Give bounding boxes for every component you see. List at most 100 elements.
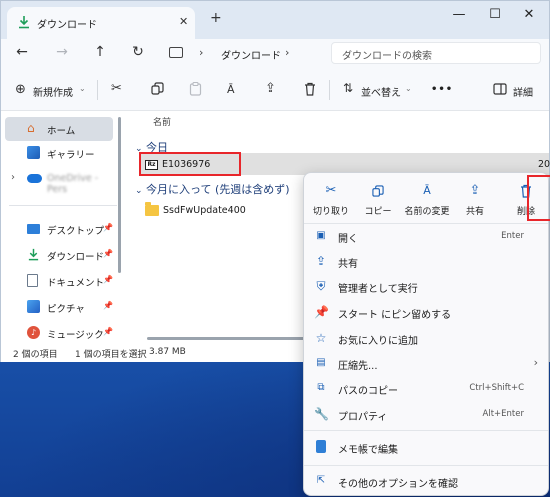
group-label: 今月に入って (先週は含めず) bbox=[146, 183, 290, 196]
pin-icon[interactable]: 📌 bbox=[103, 301, 113, 310]
share-icon[interactable]: ⇪ bbox=[265, 81, 276, 96]
document-icon bbox=[27, 274, 38, 287]
menu-item-copy-path[interactable]: ⧉ パスのコピー Ctrl+Shift+C bbox=[304, 376, 548, 401]
sidebar-item-pictures[interactable]: ピクチャ 📌 bbox=[5, 295, 113, 319]
up-button[interactable]: ↑ bbox=[91, 44, 109, 60]
wrench-icon: 🔧 bbox=[314, 407, 329, 421]
chevron-down-icon[interactable]: ⌄ bbox=[79, 84, 86, 93]
horizontal-scrollbar[interactable] bbox=[147, 337, 317, 340]
rename-icon[interactable]: Ā bbox=[227, 83, 235, 96]
chevron-right-icon[interactable]: › bbox=[11, 172, 15, 183]
menu-item-label: 圧縮先... bbox=[338, 361, 378, 372]
sidebar-scrollbar[interactable] bbox=[118, 117, 121, 273]
divider bbox=[97, 80, 98, 100]
menu-item-pin-to-start[interactable]: 📌 スタート にピン留めする bbox=[304, 300, 548, 325]
sidebar-item-music[interactable]: ♪ ミュージック 📌 bbox=[5, 321, 113, 345]
folder-icon bbox=[145, 202, 159, 216]
share-icon: ⇪ bbox=[469, 183, 481, 198]
new-icon[interactable]: ⊕ bbox=[15, 82, 26, 97]
menu-item-properties[interactable]: 🔧 プロパティ Alt+Enter bbox=[304, 402, 548, 427]
new-tab-button[interactable]: + bbox=[210, 10, 222, 26]
divider bbox=[304, 465, 548, 466]
search-input[interactable]: ダウンロードの検索 bbox=[331, 42, 541, 64]
chevron-down-icon: ⌄ bbox=[135, 186, 143, 196]
sidebar-item-documents[interactable]: ドキュメント 📌 bbox=[5, 269, 113, 293]
desktop-icon bbox=[27, 224, 40, 234]
new-button[interactable]: 新規作成 bbox=[33, 84, 73, 99]
group-header-this-month[interactable]: ⌄ 今月に入って (先週は含めず) bbox=[135, 181, 290, 197]
selected-count: 1 個の項目を選択 bbox=[75, 350, 147, 360]
refresh-button[interactable]: ↻ bbox=[129, 44, 147, 60]
home-icon: ⌂ bbox=[27, 121, 35, 135]
music-icon: ♪ bbox=[27, 326, 40, 339]
menu-item-edit-notepad[interactable]: メモ帳で編集 bbox=[304, 435, 548, 460]
quick-action-label: 共有 bbox=[465, 207, 484, 217]
close-tab-icon[interactable]: ✕ bbox=[179, 15, 188, 28]
menu-item-label: 共有 bbox=[338, 259, 358, 270]
menu-item-shortcut: Ctrl+Shift+C bbox=[469, 383, 524, 393]
rename-button[interactable]: Ā 名前の変更 bbox=[400, 181, 454, 221]
menu-item-label: お気に入りに追加 bbox=[338, 336, 418, 347]
divider bbox=[9, 205, 117, 206]
menu-item-label: パスのコピー bbox=[338, 386, 398, 397]
column-header-name[interactable]: 名前 bbox=[153, 115, 171, 128]
breadcrumb-location[interactable]: ダウンロード bbox=[221, 47, 281, 62]
zip-icon: ▤ bbox=[316, 357, 326, 368]
chevron-down-icon[interactable]: ⌄ bbox=[405, 84, 412, 93]
quick-action-label: コピー bbox=[364, 207, 392, 217]
pin-icon[interactable]: 📌 bbox=[103, 275, 113, 284]
back-button[interactable]: ← bbox=[13, 44, 31, 60]
menu-item-add-favorite[interactable]: ☆ お気に入りに追加 bbox=[304, 326, 548, 351]
sidebar-item-onedrive[interactable]: › OneDrive - Pers bbox=[5, 167, 113, 195]
share-button[interactable]: ⇪ 共有 bbox=[450, 181, 500, 221]
details-button[interactable]: 詳細 bbox=[513, 84, 533, 99]
selected-size: 3.87 MB bbox=[149, 347, 186, 357]
breadcrumb-separator-icon: › bbox=[285, 46, 290, 59]
paste-icon[interactable] bbox=[189, 82, 202, 96]
folder-name[interactable]: SsdFwUpdate400 bbox=[163, 205, 246, 216]
address-bar[interactable]: › ダウンロード › bbox=[161, 43, 321, 65]
menu-item-open[interactable]: ▣ 開く Enter bbox=[304, 224, 548, 249]
sidebar-item-label: ドキュメント bbox=[47, 278, 105, 289]
sidebar-item-label: ギャラリー bbox=[47, 150, 95, 161]
sidebar-item-label: ミュージック bbox=[47, 330, 104, 341]
menu-item-label: プロパティ bbox=[338, 412, 388, 423]
cut-button[interactable]: ✂ 切り取り bbox=[306, 181, 356, 221]
more-button[interactable]: ••• bbox=[431, 84, 453, 95]
search-placeholder: ダウンロードの検索 bbox=[342, 51, 432, 62]
menu-item-run-as-admin[interactable]: ⛨ 管理者として実行 bbox=[304, 274, 548, 299]
sort-button[interactable]: 並べ替え bbox=[361, 84, 401, 99]
pin-icon[interactable]: 📌 bbox=[103, 327, 113, 336]
title-bar: ダウンロード ✕ + — ☐ ✕ bbox=[1, 1, 549, 39]
pin-icon[interactable]: 📌 bbox=[103, 223, 113, 232]
menu-item-more-options[interactable]: ⇱ その他のオプションを確認 bbox=[304, 469, 548, 494]
sidebar-item-downloads[interactable]: ダウンロード 📌 bbox=[5, 243, 113, 267]
copy-icon bbox=[372, 185, 384, 197]
menu-item-compress[interactable]: ▤ 圧縮先... › bbox=[304, 351, 548, 376]
menu-item-label: その他のオプションを確認 bbox=[338, 479, 458, 490]
breadcrumb-separator-icon: › bbox=[199, 46, 204, 59]
delete-icon[interactable] bbox=[304, 82, 316, 96]
sidebar-item-home[interactable]: ⌂ ホーム bbox=[5, 117, 113, 141]
file-date: 20 bbox=[538, 159, 550, 170]
navigation-pane: ⌂ ホーム ギャラリー › OneDrive - Pers デスクトップ 📌 ダ… bbox=[1, 111, 129, 345]
star-icon: ☆ bbox=[315, 331, 327, 345]
maximize-button[interactable]: ☐ bbox=[485, 7, 505, 22]
close-window-button[interactable]: ✕ bbox=[519, 7, 539, 22]
pin-icon: 📌 bbox=[314, 305, 329, 319]
forward-button[interactable]: → bbox=[53, 44, 71, 60]
cut-icon[interactable]: ✂ bbox=[111, 81, 122, 96]
pin-icon[interactable]: 📌 bbox=[103, 249, 113, 258]
sidebar-item-desktop[interactable]: デスクトップ 📌 bbox=[5, 217, 113, 241]
sidebar-item-label: ピクチャ bbox=[47, 304, 85, 315]
menu-item-share[interactable]: ⇪ 共有 bbox=[304, 249, 548, 274]
quick-action-label: 名前の変更 bbox=[404, 207, 450, 217]
tab-downloads[interactable]: ダウンロード ✕ bbox=[7, 7, 195, 39]
sort-icon[interactable]: ⇅ bbox=[343, 81, 353, 95]
copy-button[interactable]: コピー bbox=[353, 181, 403, 221]
details-pane-icon[interactable] bbox=[493, 83, 507, 95]
copy-icon[interactable] bbox=[151, 82, 164, 95]
gallery-icon bbox=[27, 146, 40, 159]
sidebar-item-gallery[interactable]: ギャラリー bbox=[5, 141, 113, 165]
minimize-button[interactable]: — bbox=[449, 7, 469, 22]
